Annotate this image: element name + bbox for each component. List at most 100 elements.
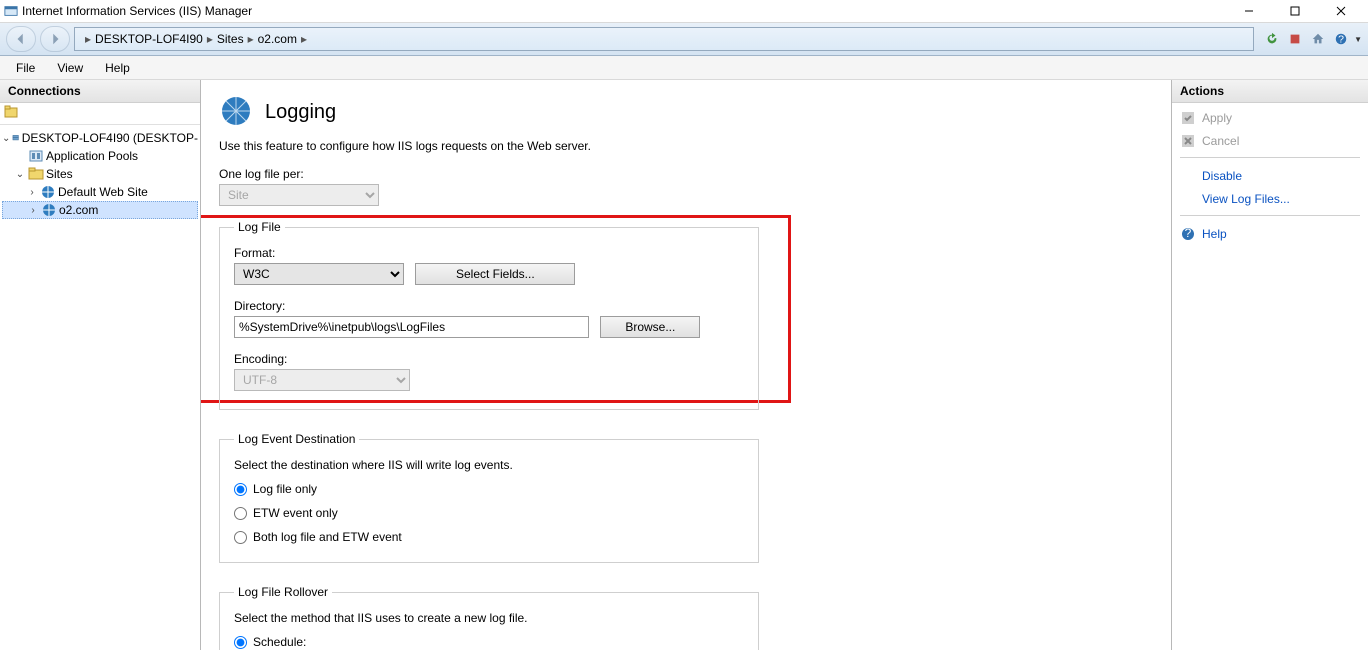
main-area: Connections ⌄ DESKTOP-LOF4I90 (DESKTOP- … (0, 80, 1368, 650)
breadcrumb[interactable]: ▸ DESKTOP-LOF4I90 ▸ Sites ▸ o2.com ▸ (74, 27, 1254, 51)
window-title: Internet Information Services (IIS) Mana… (22, 4, 252, 18)
radio-label: Log file only (253, 482, 317, 496)
menu-view[interactable]: View (47, 58, 93, 78)
help-button[interactable]: ? (1331, 29, 1351, 49)
tree-app-pools[interactable]: Application Pools (2, 147, 198, 165)
dest-log-file-only[interactable]: Log file only (234, 482, 744, 496)
tree-label: DESKTOP-LOF4I90 (DESKTOP- (22, 131, 198, 145)
action-label: Help (1202, 227, 1227, 241)
logging-page-icon (219, 94, 253, 131)
window-minimize-button[interactable] (1226, 0, 1272, 23)
separator (1180, 215, 1360, 216)
tree-root[interactable]: ⌄ DESKTOP-LOF4I90 (DESKTOP- (2, 129, 198, 147)
dest-etw-only[interactable]: ETW event only (234, 506, 744, 520)
breadcrumb-segment[interactable]: DESKTOP-LOF4I90 (95, 32, 203, 46)
breadcrumb-segment[interactable]: o2.com (258, 32, 297, 46)
action-label: Apply (1202, 111, 1232, 125)
expand-icon[interactable]: › (26, 187, 38, 198)
chevron-right-icon: ▸ (248, 32, 254, 46)
expand-icon[interactable]: › (27, 205, 39, 216)
refresh-button[interactable] (1262, 29, 1282, 49)
new-connection-icon[interactable] (4, 104, 20, 123)
directory-input[interactable] (234, 316, 589, 338)
action-apply: Apply (1180, 109, 1360, 127)
app-pools-icon (28, 148, 44, 164)
radio-label: ETW event only (253, 506, 338, 520)
browse-button[interactable]: Browse... (600, 316, 700, 338)
help-icon: ? (1180, 226, 1196, 242)
chevron-right-icon: ▸ (301, 32, 307, 46)
radio-label: Both log file and ETW event (253, 530, 402, 544)
radio-input[interactable] (234, 507, 247, 520)
action-label: View Log Files... (1202, 192, 1290, 206)
address-bar: ▸ DESKTOP-LOF4I90 ▸ Sites ▸ o2.com ▸ ? ▼ (0, 23, 1368, 56)
directory-label: Directory: (234, 299, 744, 313)
globe-icon (41, 202, 57, 218)
tree-label: Sites (46, 167, 73, 181)
action-label: Disable (1202, 169, 1242, 183)
select-fields-button[interactable]: Select Fields... (415, 263, 575, 285)
chevron-right-icon: ▸ (85, 32, 91, 46)
tree-label: Default Web Site (58, 185, 148, 199)
connections-tree: ⌄ DESKTOP-LOF4I90 (DESKTOP- Application … (0, 125, 200, 223)
encoding-label: Encoding: (234, 352, 744, 366)
stop-button[interactable] (1285, 29, 1305, 49)
separator (1180, 157, 1360, 158)
action-disable[interactable]: Disable (1180, 167, 1360, 185)
server-icon (12, 130, 19, 146)
radio-input[interactable] (234, 636, 247, 649)
destination-legend: Log Event Destination (234, 432, 359, 446)
nav-forward-button[interactable] (40, 26, 70, 52)
tree-label: o2.com (59, 203, 98, 217)
encoding-select: UTF-8 (234, 369, 410, 391)
content-scroll[interactable]: Logging Use this feature to configure ho… (201, 80, 1171, 650)
collapse-icon[interactable]: ⌄ (14, 169, 26, 180)
dropdown-icon[interactable]: ▼ (1354, 35, 1362, 44)
svg-text:?: ? (1338, 34, 1344, 46)
menu-help[interactable]: Help (95, 58, 140, 78)
radio-input[interactable] (234, 531, 247, 544)
home-button[interactable] (1308, 29, 1328, 49)
action-label: Cancel (1202, 134, 1239, 148)
globe-icon (40, 184, 56, 200)
action-help[interactable]: ? Help (1180, 225, 1360, 243)
rollover-description: Select the method that IIS uses to creat… (234, 611, 744, 625)
format-select[interactable]: W3C (234, 263, 404, 285)
title-bar: Internet Information Services (IIS) Mana… (0, 0, 1368, 23)
radio-input[interactable] (234, 483, 247, 496)
action-view-logs[interactable]: View Log Files... (1180, 190, 1360, 208)
folder-icon (28, 166, 44, 182)
tree-label: Application Pools (46, 149, 138, 163)
breadcrumb-segment[interactable]: Sites (217, 32, 244, 46)
collapse-icon[interactable]: ⌄ (2, 133, 10, 144)
window-maximize-button[interactable] (1272, 0, 1318, 23)
dest-both[interactable]: Both log file and ETW event (234, 530, 744, 544)
connections-header: Connections (0, 80, 200, 103)
chevron-right-icon: ▸ (207, 32, 213, 46)
content-panel: Logging Use this feature to configure ho… (201, 80, 1172, 650)
tree-site-default[interactable]: › Default Web Site (2, 183, 198, 201)
log-file-group: Log File Format: W3C Select Fields... Di… (219, 220, 759, 410)
connections-toolbar (0, 103, 200, 125)
svg-text:?: ? (1185, 226, 1192, 240)
tree-site-o2[interactable]: › o2.com (2, 201, 198, 219)
format-label: Format: (234, 246, 744, 260)
rollover-legend: Log File Rollover (234, 585, 332, 599)
radio-label: Schedule: (253, 635, 306, 649)
page-title: Logging (265, 101, 336, 124)
menu-file[interactable]: File (6, 58, 45, 78)
rollover-schedule[interactable]: Schedule: (234, 635, 744, 649)
actions-panel: Actions Apply Cancel Disable View Log Fi… (1172, 80, 1368, 650)
apply-icon (1180, 110, 1196, 126)
connections-panel: Connections ⌄ DESKTOP-LOF4I90 (DESKTOP- … (0, 80, 201, 650)
one-log-per-field: One log file per: Site (219, 167, 1153, 206)
tree-sites[interactable]: ⌄ Sites (2, 165, 198, 183)
log-destination-group: Log Event Destination Select the destina… (219, 432, 759, 563)
log-file-legend: Log File (234, 220, 285, 234)
window-close-button[interactable] (1318, 0, 1364, 23)
iis-app-icon (4, 4, 18, 18)
nav-back-button[interactable] (6, 26, 36, 52)
action-cancel: Cancel (1180, 132, 1360, 150)
destination-description: Select the destination where IIS will wr… (234, 458, 744, 472)
page-description: Use this feature to configure how IIS lo… (219, 139, 1153, 153)
